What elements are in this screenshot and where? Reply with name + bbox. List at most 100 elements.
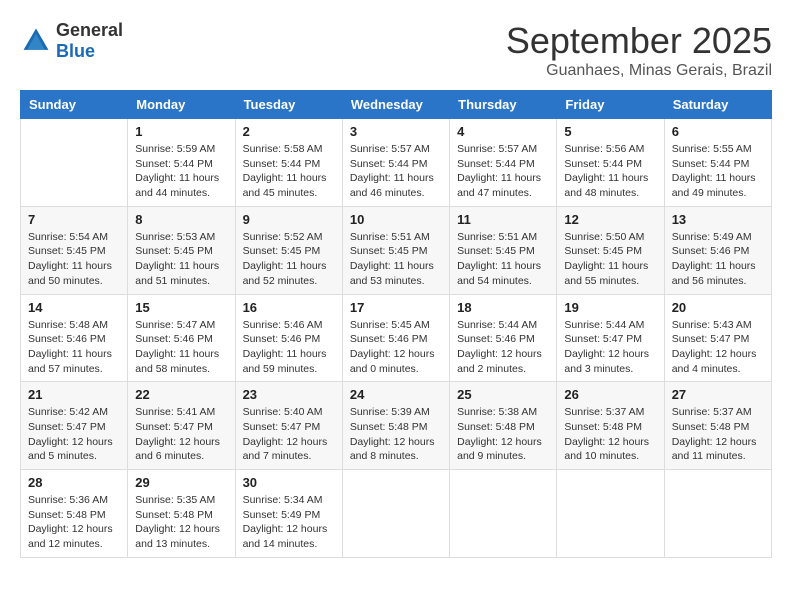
calendar-cell: 27Sunrise: 5:37 AMSunset: 5:48 PMDayligh… [664,382,771,470]
day-number: 30 [243,475,335,490]
day-info: Sunrise: 5:55 AMSunset: 5:44 PMDaylight:… [672,142,764,201]
day-info: Sunrise: 5:35 AMSunset: 5:48 PMDaylight:… [135,493,227,552]
day-info: Sunrise: 5:34 AMSunset: 5:49 PMDaylight:… [243,493,335,552]
calendar-cell [450,470,557,558]
day-info: Sunrise: 5:44 AMSunset: 5:46 PMDaylight:… [457,318,549,377]
day-number: 15 [135,300,227,315]
calendar-cell: 1 Sunrise: 5:59 AMSunset: 5:44 PMDaylight… [128,119,235,207]
calendar-table: SundayMondayTuesdayWednesdayThursdayFrid… [20,90,772,558]
day-number: 17 [350,300,442,315]
calendar-cell: 26Sunrise: 5:37 AMSunset: 5:48 PMDayligh… [557,382,664,470]
day-info: Sunrise: 5:50 AMSunset: 5:45 PMDaylight:… [564,230,656,289]
day-number: 29 [135,475,227,490]
calendar-cell: 16Sunrise: 5:46 AMSunset: 5:46 PMDayligh… [235,294,342,382]
weekday-header-monday: Monday [128,91,235,119]
day-number: 26 [564,387,656,402]
day-number: 18 [457,300,549,315]
calendar-cell: 23 Sunrise: 5:40 AMSunset: 5:47 PMDayligh… [235,382,342,470]
calendar-cell: 4Sunrise: 5:57 AMSunset: 5:44 PMDaylight… [450,119,557,207]
logo-general: General [56,20,123,40]
weekday-header-saturday: Saturday [664,91,771,119]
day-info: Sunrise: 5:39 AMSunset: 5:48 PMDaylight:… [350,405,442,464]
day-number: 8 [135,212,227,227]
day-info: Sunrise: 5:36 AMSunset: 5:48 PMDaylight:… [28,493,120,552]
calendar-cell: 13Sunrise: 5:49 AMSunset: 5:46 PMDayligh… [664,206,771,294]
day-info: Sunrise: 5:43 AMSunset: 5:47 PMDaylight:… [672,318,764,377]
day-number: 25 [457,387,549,402]
calendar-cell: 30 Sunrise: 5:34 AMSunset: 5:49 PMDayligh… [235,470,342,558]
day-info: Sunrise: 5:37 AMSunset: 5:48 PMDaylight:… [672,405,764,464]
calendar-cell: 14Sunrise: 5:48 AMSunset: 5:46 PMDayligh… [21,294,128,382]
day-info: Sunrise: 5:58 AMSunset: 5:44 PMDaylight:… [243,142,335,201]
calendar-cell: 20 Sunrise: 5:43 AMSunset: 5:47 PMDayligh… [664,294,771,382]
calendar-cell: 6 Sunrise: 5:55 AMSunset: 5:44 PMDaylight… [664,119,771,207]
day-info: Sunrise: 5:57 AMSunset: 5:44 PMDaylight:… [350,142,442,201]
day-number: 7 [28,212,120,227]
calendar-cell [664,470,771,558]
day-number: 4 [457,124,549,139]
day-info: Sunrise: 5:52 AMSunset: 5:45 PMDaylight:… [243,230,335,289]
page-header: General Blue September 2025 Guanhaes, Mi… [20,20,772,80]
day-number: 21 [28,387,120,402]
week-row-2: 7Sunrise: 5:54 AMSunset: 5:45 PMDaylight… [21,206,772,294]
calendar-cell: 17 Sunrise: 5:45 AMSunset: 5:46 PMDayligh… [342,294,449,382]
week-row-5: 28 Sunrise: 5:36 AMSunset: 5:48 PMDayligh… [21,470,772,558]
logo: General Blue [20,20,123,62]
calendar-cell [21,119,128,207]
day-info: Sunrise: 5:56 AMSunset: 5:44 PMDaylight:… [564,142,656,201]
weekday-header-row: SundayMondayTuesdayWednesdayThursdayFrid… [21,91,772,119]
day-number: 16 [243,300,335,315]
day-number: 13 [672,212,764,227]
calendar-cell: 11 Sunrise: 5:51 AMSunset: 5:45 PMDayligh… [450,206,557,294]
day-number: 10 [350,212,442,227]
calendar-cell: 18 Sunrise: 5:44 AMSunset: 5:46 PMDayligh… [450,294,557,382]
day-info: Sunrise: 5:59 AMSunset: 5:44 PMDaylight:… [135,142,227,201]
title-block: September 2025 Guanhaes, Minas Gerais, B… [506,20,772,80]
calendar-cell [557,470,664,558]
month-title: September 2025 [506,20,772,62]
weekday-header-sunday: Sunday [21,91,128,119]
day-number: 19 [564,300,656,315]
day-info: Sunrise: 5:53 AMSunset: 5:45 PMDaylight:… [135,230,227,289]
day-info: Sunrise: 5:38 AMSunset: 5:48 PMDaylight:… [457,405,549,464]
day-number: 6 [672,124,764,139]
calendar-cell: 10 Sunrise: 5:51 AMSunset: 5:45 PMDayligh… [342,206,449,294]
calendar-cell: 15 Sunrise: 5:47 AMSunset: 5:46 PMDayligh… [128,294,235,382]
calendar-cell: 22Sunrise: 5:41 AMSunset: 5:47 PMDayligh… [128,382,235,470]
day-number: 24 [350,387,442,402]
calendar-cell: 5 Sunrise: 5:56 AMSunset: 5:44 PMDaylight… [557,119,664,207]
day-number: 12 [564,212,656,227]
calendar-cell: 2 Sunrise: 5:58 AMSunset: 5:44 PMDaylight… [235,119,342,207]
day-info: Sunrise: 5:40 AMSunset: 5:47 PMDaylight:… [243,405,335,464]
day-number: 22 [135,387,227,402]
week-row-3: 14Sunrise: 5:48 AMSunset: 5:46 PMDayligh… [21,294,772,382]
day-number: 2 [243,124,335,139]
day-number: 11 [457,212,549,227]
day-number: 20 [672,300,764,315]
logo-icon [20,25,52,57]
day-info: Sunrise: 5:45 AMSunset: 5:46 PMDaylight:… [350,318,442,377]
week-row-4: 21 Sunrise: 5:42 AMSunset: 5:47 PMDayligh… [21,382,772,470]
day-number: 1 [135,124,227,139]
weekday-header-thursday: Thursday [450,91,557,119]
calendar-cell: 3Sunrise: 5:57 AMSunset: 5:44 PMDaylight… [342,119,449,207]
calendar-cell: 9Sunrise: 5:52 AMSunset: 5:45 PMDaylight… [235,206,342,294]
weekday-header-friday: Friday [557,91,664,119]
calendar-cell: 24 Sunrise: 5:39 AMSunset: 5:48 PMDayligh… [342,382,449,470]
day-number: 14 [28,300,120,315]
calendar-cell: 12 Sunrise: 5:50 AMSunset: 5:45 PMDayligh… [557,206,664,294]
calendar-cell: 7Sunrise: 5:54 AMSunset: 5:45 PMDaylight… [21,206,128,294]
day-info: Sunrise: 5:47 AMSunset: 5:46 PMDaylight:… [135,318,227,377]
weekday-header-tuesday: Tuesday [235,91,342,119]
day-info: Sunrise: 5:42 AMSunset: 5:47 PMDaylight:… [28,405,120,464]
calendar-cell: 29 Sunrise: 5:35 AMSunset: 5:48 PMDayligh… [128,470,235,558]
calendar-cell: 25 Sunrise: 5:38 AMSunset: 5:48 PMDayligh… [450,382,557,470]
calendar-cell: 28 Sunrise: 5:36 AMSunset: 5:48 PMDayligh… [21,470,128,558]
day-number: 23 [243,387,335,402]
week-row-1: 1 Sunrise: 5:59 AMSunset: 5:44 PMDaylight… [21,119,772,207]
day-number: 5 [564,124,656,139]
day-info: Sunrise: 5:51 AMSunset: 5:45 PMDaylight:… [350,230,442,289]
day-info: Sunrise: 5:51 AMSunset: 5:45 PMDaylight:… [457,230,549,289]
calendar-cell: 8 Sunrise: 5:53 AMSunset: 5:45 PMDaylight… [128,206,235,294]
day-number: 28 [28,475,120,490]
